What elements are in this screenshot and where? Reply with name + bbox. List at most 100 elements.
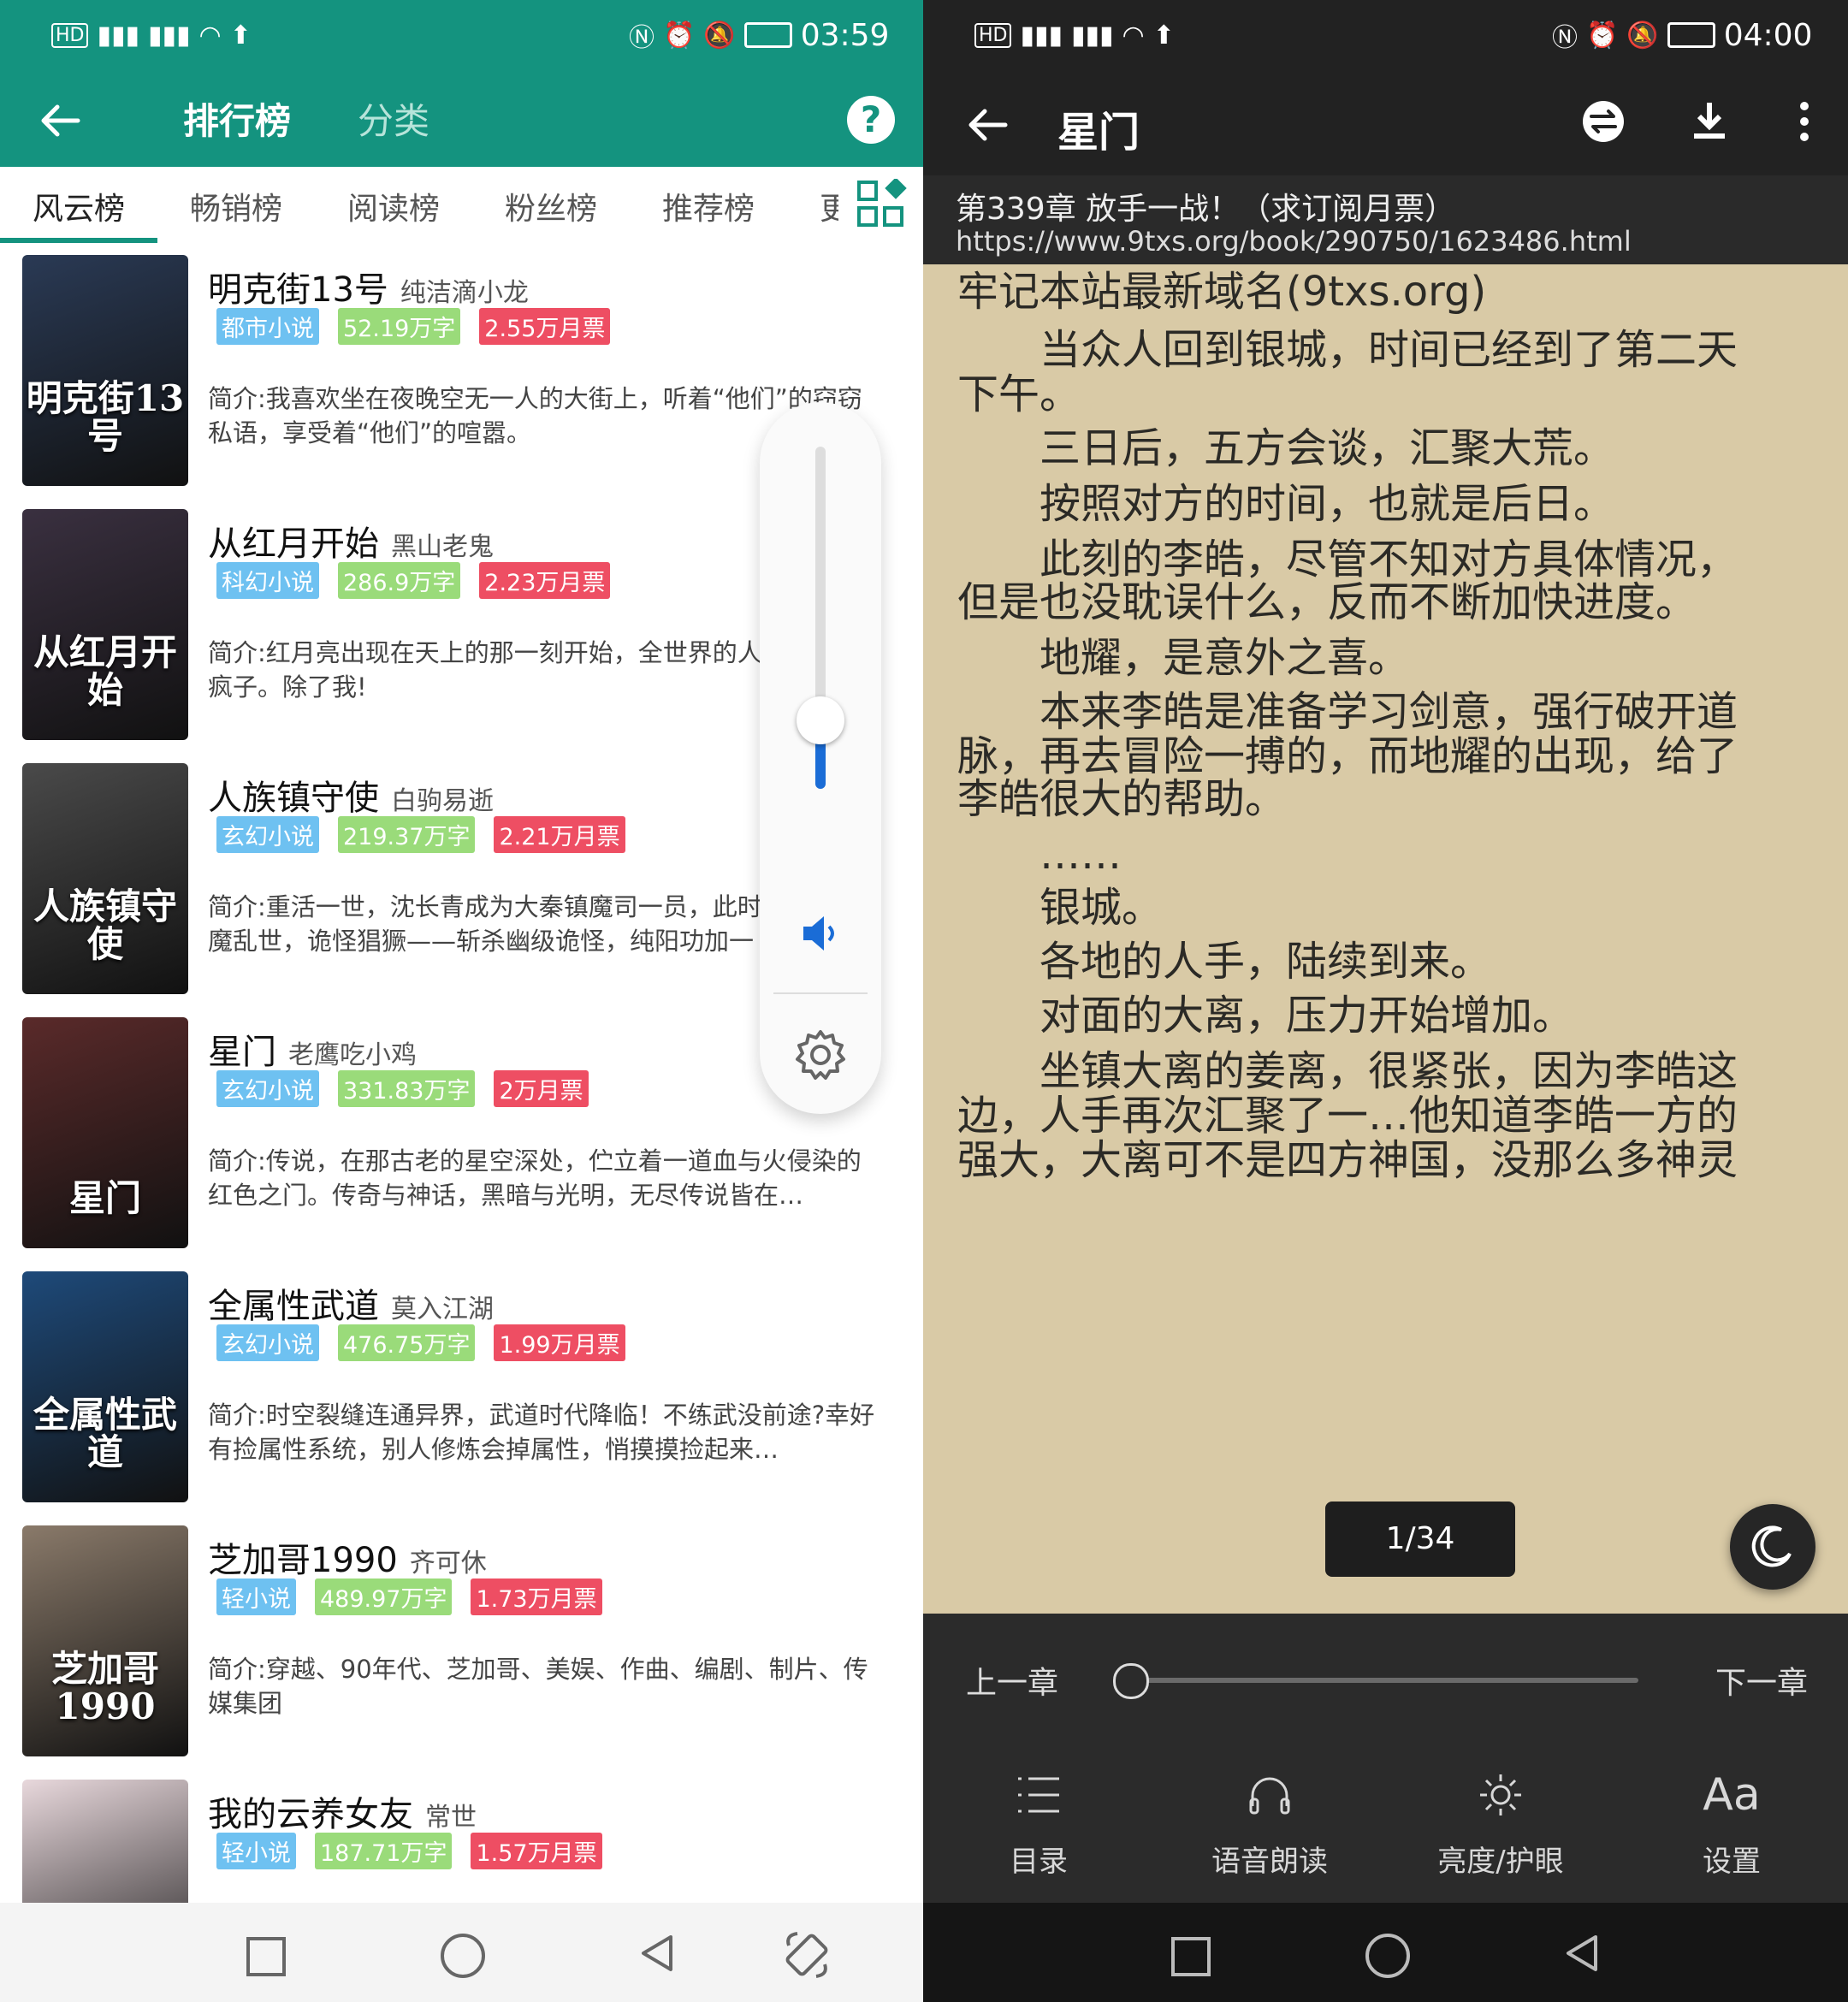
book-title[interactable]: 全属性武道: [208, 1287, 379, 1326]
tab-ranking[interactable]: 排行榜: [183, 92, 291, 145]
reader-menu: 目录 语音朗读 亮度/护眼 Aa 设置: [923, 1745, 1848, 1903]
back-arrow-icon[interactable]: [966, 103, 1010, 147]
book-cover[interactable]: [22, 1780, 188, 1903]
switch-source-icon[interactable]: [1581, 99, 1626, 144]
back-nav-icon[interactable]: [1561, 1932, 1604, 1975]
book-cover[interactable]: 从红月开始: [22, 509, 188, 740]
book-cover[interactable]: 明克街13号: [22, 255, 188, 486]
book-author: 黑山老鬼: [391, 532, 494, 562]
book-title: 星门: [1057, 109, 1140, 157]
grid-view-icon[interactable]: [856, 179, 909, 232]
left-nav-bar: [0, 1903, 923, 2002]
progress-track[interactable]: [1128, 1678, 1638, 1683]
book-title-line: 全属性武道 莫入江湖: [208, 1278, 494, 1328]
chapter-url[interactable]: https://www.9txs.org/book/290750/1623486…: [956, 225, 1632, 258]
book-title[interactable]: 星门: [208, 1033, 276, 1072]
book-cover[interactable]: 星门: [22, 1017, 188, 1248]
menu-tts[interactable]: 语音朗读: [1154, 1745, 1385, 1903]
nfc-icon: Ⓝ: [1552, 23, 1578, 53]
book-author: 纯洁滴小龙: [400, 278, 529, 308]
word-count-badge: 187.71万字: [315, 1833, 453, 1869]
book-title-line: 人族镇守使 白驹易逝: [208, 770, 494, 820]
book-title[interactable]: 从红月开始: [208, 524, 379, 564]
progress-knob[interactable]: [1113, 1663, 1149, 1699]
book-row[interactable]: 芝加哥1990 芝加哥1990 齐可休 轻小说 489.97万字 1.73万月票 简介:穿越…: [0, 1525, 923, 1780]
reading-text-line: 下午。: [957, 370, 1081, 418]
volume-slider-knob[interactable]: [797, 696, 844, 744]
reading-text-line: 强大，大离可不是四方神国，没那么多神灵: [957, 1136, 1738, 1184]
reading-text-line: 地耀，是意外之喜。: [957, 634, 1410, 682]
chapter-title: 第339章 放手一战！（求订阅月票）: [956, 192, 1456, 227]
right-top-bar: HD ▮▮▮ ▮▮▮ ◠ ⬆ Ⓝ ⏰ 🔕 04:00 星门: [923, 0, 1848, 175]
signal-icon-2: ▮▮▮: [148, 20, 191, 50]
book-tags: 轻小说 187.71万字 1.57万月票: [216, 1833, 602, 1869]
menu-settings[interactable]: Aa 设置: [1616, 1745, 1847, 1903]
word-count-badge: 476.75万字: [338, 1324, 476, 1361]
category-badge: 玄幻小说: [216, 1070, 319, 1107]
signal-icon: ▮▮▮: [97, 20, 140, 50]
book-cover[interactable]: 人族镇守使: [22, 763, 188, 994]
rank-tab-2[interactable]: 畅销榜: [190, 184, 282, 228]
menu-brightness-label: 亮度/护眼: [1437, 1845, 1564, 1879]
word-count-badge: 52.19万字: [338, 308, 461, 345]
book-row[interactable]: 我的云养女友 常世 轻小说 187.71万字 1.57万月票: [0, 1780, 923, 1903]
next-chapter-button[interactable]: 下一章: [1715, 1658, 1808, 1703]
menu-tts-label: 语音朗读: [1211, 1845, 1328, 1879]
book-cover-title: 从红月开始: [33, 631, 177, 711]
rank-tab-6[interactable]: 更: [820, 184, 838, 228]
hd-icon: HD: [51, 22, 89, 48]
wifi-icon: ◠: [1122, 20, 1145, 50]
book-cover[interactable]: 芝加哥1990: [22, 1525, 188, 1756]
back-arrow-icon[interactable]: [38, 98, 83, 143]
signal-icon: ▮▮▮: [1020, 20, 1063, 50]
tab-category[interactable]: 分类: [358, 92, 429, 145]
hd-icon: HD: [974, 22, 1012, 48]
night-mode-button[interactable]: [1730, 1504, 1815, 1590]
download-icon[interactable]: [1687, 99, 1732, 144]
menu-toc[interactable]: 目录: [923, 1745, 1154, 1903]
reading-text-line: 李皓很大的帮助。: [957, 775, 1287, 823]
book-title[interactable]: 芝加哥1990: [208, 1541, 398, 1580]
book-title[interactable]: 明克街13号: [208, 270, 388, 310]
rotate-screen-icon[interactable]: [780, 1928, 833, 1981]
book-row[interactable]: 全属性武道 全属性武道 莫入江湖 玄幻小说 476.75万字 1.99万月票 简介:时空裂缝…: [0, 1271, 923, 1525]
reading-text-line: 银城。: [957, 884, 1164, 932]
help-icon[interactable]: ?: [847, 96, 895, 144]
more-options-icon[interactable]: [1796, 99, 1813, 144]
rank-tab-4[interactable]: 粉丝榜: [505, 184, 597, 228]
alarm-icon: ⏰: [663, 20, 696, 50]
right-screen: HD ▮▮▮ ▮▮▮ ◠ ⬆ Ⓝ ⏰ 🔕 04:00 星门 第339章 放手一战…: [923, 0, 1848, 2002]
rank-tab-3[interactable]: 阅读榜: [347, 184, 440, 228]
gear-icon[interactable]: [792, 1027, 849, 1083]
book-cover[interactable]: 全属性武道: [22, 1271, 188, 1502]
book-intro: 简介:穿越、90年代、芝加哥、美娱、作曲、编剧、制片、传媒集团: [208, 1655, 868, 1718]
book-title[interactable]: 我的云养女友: [208, 1795, 413, 1834]
right-nav-bar: [923, 1903, 1848, 2002]
reading-text-line: 但是也没耽误什么，反而不断加快进度。: [957, 578, 1697, 626]
home-icon[interactable]: [1365, 1934, 1410, 1978]
reading-text-line: 按照对方的时间，也就是后日。: [957, 480, 1615, 528]
upload-icon: ⬆: [1152, 20, 1175, 50]
category-badge: 玄幻小说: [216, 816, 319, 853]
monthly-votes-badge: 1.99万月票: [494, 1324, 625, 1361]
book-cover-title: 全属性武道: [33, 1393, 177, 1473]
prev-chapter-button[interactable]: 上一章: [966, 1658, 1058, 1703]
rank-tab-1[interactable]: 风云榜: [33, 184, 125, 228]
left-top-bar: HD ▮▮▮ ▮▮▮ ◠ ⬆ Ⓝ ⏰ 🔕 03:59 排行榜 分类 ?: [0, 0, 923, 167]
recent-apps-icon[interactable]: [246, 1937, 286, 1976]
upload-icon: ⬆: [229, 20, 252, 50]
monthly-votes-badge: 1.57万月票: [471, 1833, 602, 1869]
rank-tab-5[interactable]: 推荐榜: [662, 184, 755, 228]
active-tab-indicator: [0, 238, 157, 243]
reading-page[interactable]: 牢记本站最新域名(9txs.org) 当众人回到银城，时间已经到了第二天 下午。 …: [923, 264, 1848, 1614]
status-time: 04:00: [1723, 17, 1813, 53]
book-title-line: 从红月开始 黑山老鬼: [208, 516, 494, 566]
back-nav-icon[interactable]: [637, 1932, 679, 1975]
recent-apps-icon[interactable]: [1171, 1937, 1211, 1976]
speaker-icon[interactable]: [798, 911, 843, 956]
menu-brightness[interactable]: 亮度/护眼: [1385, 1745, 1616, 1903]
book-title[interactable]: 人族镇守使: [208, 779, 379, 818]
home-icon[interactable]: [441, 1934, 485, 1978]
book-tags: 都市小说 52.19万字 2.55万月票: [216, 308, 611, 345]
category-badge: 轻小说: [216, 1578, 296, 1615]
